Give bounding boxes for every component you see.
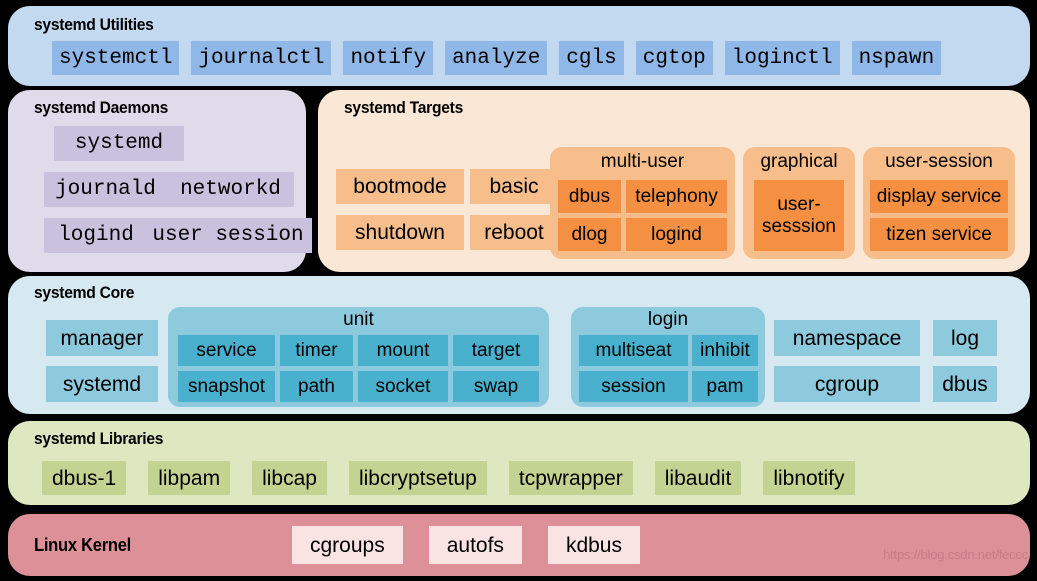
unit-chip-path[interactable]: path — [280, 371, 353, 402]
kernel-chip-row: cgroups autofs kdbus — [292, 526, 640, 564]
library-chip-libnotify[interactable]: libnotify — [763, 461, 855, 495]
daemon-chip-journald[interactable]: journald — [44, 172, 167, 207]
daemon-chip-logind[interactable]: logind — [44, 218, 148, 253]
multi-user-chip-logind[interactable]: logind — [626, 218, 727, 251]
layer-systemd-targets: systemd Targets bootmode basic shutdown … — [318, 90, 1030, 272]
unit-chip-swap[interactable]: swap — [453, 371, 539, 402]
layer-systemd-core: systemd Core manager systemd unit servic… — [8, 276, 1030, 414]
daemon-chip-systemd[interactable]: systemd — [54, 126, 184, 161]
target-chip-shutdown[interactable]: shutdown — [336, 215, 464, 250]
target-group-multi-user: multi-user dbus telephony dlog logind — [550, 147, 735, 259]
utilities-chip-row: systemctl journalctl notify analyze cgls… — [52, 41, 942, 75]
layer-systemd-daemons: systemd Daemons systemd journald network… — [8, 90, 312, 272]
daemon-chip-networkd[interactable]: networkd — [167, 172, 294, 207]
multi-user-chip-dlog[interactable]: dlog — [558, 218, 621, 251]
unit-chip-service[interactable]: service — [178, 335, 275, 366]
kernel-chip-cgroups[interactable]: cgroups — [292, 526, 403, 564]
group-title-login: login — [647, 309, 689, 330]
layer-title-core: systemd Core — [34, 283, 135, 302]
unit-chip-socket[interactable]: socket — [358, 371, 448, 402]
core-chip-manager[interactable]: manager — [46, 320, 158, 356]
layer-systemd-utilities: systemd Utilities systemctl journalctl n… — [8, 6, 1030, 86]
target-chip-basic[interactable]: basic — [470, 169, 558, 204]
graphical-chip-user-sesssion[interactable]: user-sesssion — [754, 180, 844, 251]
kernel-chip-autofs[interactable]: autofs — [428, 526, 522, 564]
group-title-graphical: graphical — [760, 151, 838, 172]
core-group-login: login multiseat inhibit session pam — [571, 307, 765, 407]
layer-title-kernel: Linux Kernel — [34, 535, 131, 555]
login-chip-session[interactable]: session — [579, 371, 688, 402]
kernel-chip-kdbus[interactable]: kdbus — [547, 526, 640, 564]
utility-chip-cgls[interactable]: cgls — [559, 41, 624, 75]
core-chip-namespace[interactable]: namespace — [774, 320, 920, 356]
layer-title-targets: systemd Targets — [344, 98, 464, 117]
multi-user-chip-telephony[interactable]: telephony — [626, 180, 727, 213]
user-session-chip-display-service[interactable]: display service — [870, 180, 1008, 213]
unit-chip-timer[interactable]: timer — [280, 335, 353, 366]
core-group-unit: unit service timer mount target snapshot… — [168, 307, 549, 407]
library-chip-dbus-1[interactable]: dbus-1 — [42, 461, 127, 495]
group-title-unit: unit — [343, 309, 374, 330]
layer-title-utilities: systemd Utilities — [34, 15, 154, 34]
libraries-chip-row: dbus-1 libpam libcap libcryptsetup tcpwr… — [42, 461, 855, 495]
layer-title-daemons: systemd Daemons — [34, 98, 169, 117]
library-chip-libcap[interactable]: libcap — [252, 461, 327, 495]
utility-chip-notify[interactable]: notify — [343, 41, 434, 75]
group-title-user-session: user-session — [885, 151, 993, 172]
utility-chip-analyze[interactable]: analyze — [445, 41, 548, 75]
daemon-chip-user-session[interactable]: user session — [144, 218, 312, 253]
layer-title-libraries: systemd Libraries — [34, 429, 164, 448]
utility-chip-systemctl[interactable]: systemctl — [52, 41, 180, 75]
utility-chip-nspawn[interactable]: nspawn — [851, 41, 942, 75]
library-chip-libaudit[interactable]: libaudit — [654, 461, 742, 495]
target-group-graphical: graphical user-sesssion — [743, 147, 855, 259]
layer-systemd-libraries: systemd Libraries dbus-1 libpam libcap l… — [8, 421, 1030, 505]
unit-chip-snapshot[interactable]: snapshot — [178, 371, 275, 402]
utility-chip-cgtop[interactable]: cgtop — [635, 41, 713, 75]
core-chip-log[interactable]: log — [933, 320, 997, 356]
utility-chip-journalctl[interactable]: journalctl — [191, 41, 332, 75]
core-chip-cgroup[interactable]: cgroup — [774, 366, 920, 402]
login-chip-inhibit[interactable]: inhibit — [692, 335, 758, 366]
multi-user-chip-dbus[interactable]: dbus — [558, 180, 621, 213]
library-chip-libpam[interactable]: libpam — [148, 461, 231, 495]
library-chip-libcryptsetup[interactable]: libcryptsetup — [348, 461, 487, 495]
utility-chip-loginctl[interactable]: loginctl — [724, 41, 840, 75]
target-group-user-session: user-session display service tizen servi… — [863, 147, 1015, 259]
library-chip-tcpwrapper[interactable]: tcpwrapper — [508, 461, 633, 495]
layer-linux-kernel: Linux Kernel cgroups autofs kdbus https:… — [8, 514, 1030, 576]
watermark: https://blog.csdn.net/feccc — [883, 547, 1028, 562]
login-chip-multiseat[interactable]: multiseat — [579, 335, 688, 366]
target-chip-reboot[interactable]: reboot — [470, 215, 558, 250]
user-session-chip-tizen-service[interactable]: tizen service — [870, 218, 1008, 251]
target-chip-bootmode[interactable]: bootmode — [336, 169, 464, 204]
group-title-multi-user: multi-user — [600, 151, 685, 172]
login-chip-pam[interactable]: pam — [692, 371, 758, 402]
core-chip-systemd[interactable]: systemd — [46, 366, 158, 402]
core-chip-dbus[interactable]: dbus — [933, 366, 997, 402]
unit-chip-target[interactable]: target — [453, 335, 539, 366]
systemd-architecture-diagram: systemd Utilities systemctl journalctl n… — [0, 0, 1037, 581]
unit-chip-mount[interactable]: mount — [358, 335, 448, 366]
